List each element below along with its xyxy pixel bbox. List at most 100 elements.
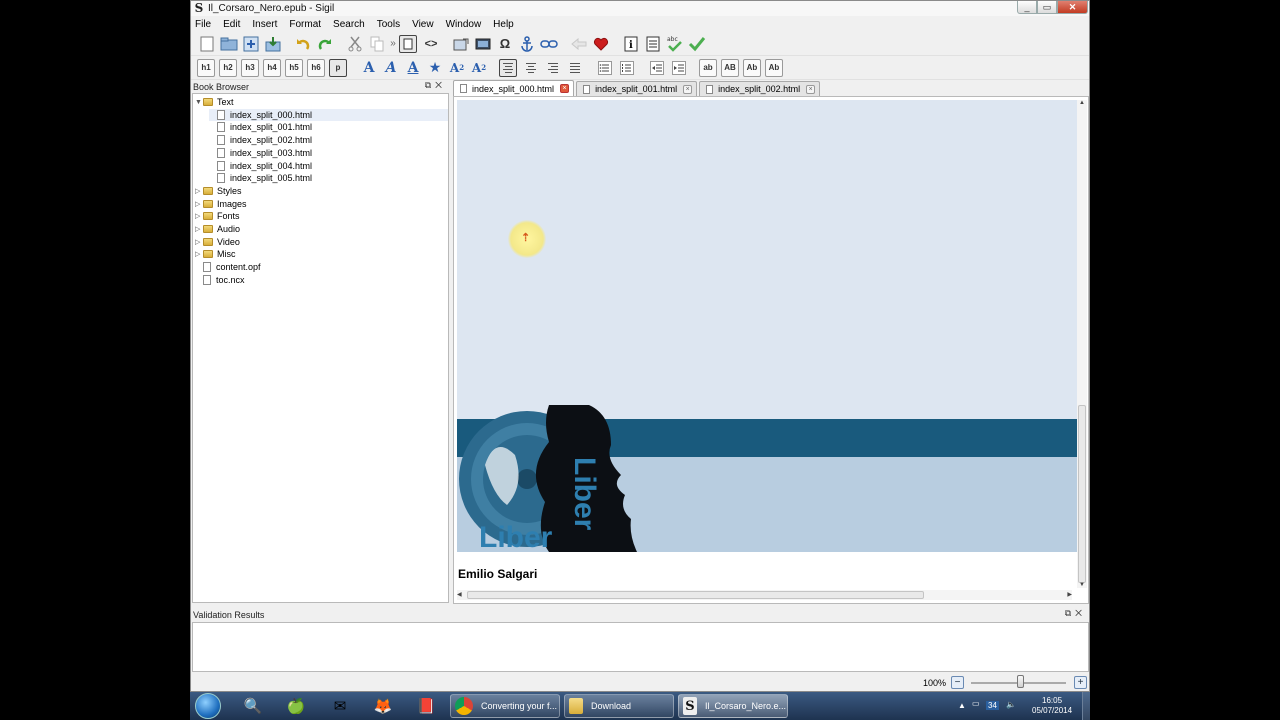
screenshot-icon[interactable] [473,34,493,54]
tab-close-icon[interactable]: × [560,84,570,93]
heading-h3-button[interactable]: h3 [241,58,259,77]
tab-close-icon[interactable]: × [683,84,693,94]
menu-file[interactable]: File [195,19,211,30]
tree-item-video[interactable]: ▷ Video [195,236,448,248]
scroll-thumb[interactable] [1078,405,1086,583]
tree-item-misc[interactable]: ▷ Misc [195,248,448,260]
underline-icon[interactable]: A [403,58,423,78]
minimize-button[interactable]: _ [1017,1,1037,14]
spellcheck-icon[interactable]: abc [665,34,685,54]
menu-search[interactable]: Search [333,19,365,30]
tree-item-index-split-004-html[interactable]: index_split_004.html [209,160,448,172]
scroll-left-icon[interactable]: ◀ [457,590,462,600]
heading-h1-button[interactable]: h1 [197,58,215,77]
menu-view[interactable]: View [412,19,434,30]
superscript-icon[interactable]: A2 [469,58,489,78]
scroll-up-icon[interactable]: ▲ [1077,100,1087,106]
scroll-right-icon[interactable]: ▶ [1067,590,1072,600]
undo-icon[interactable] [293,34,313,54]
expand-arrow-icon[interactable]: ▷ [195,187,203,195]
increase-indent-icon[interactable] [669,58,689,78]
tree-item-styles[interactable]: ▷ Styles [195,185,448,197]
zoom-in-button[interactable]: + [1074,676,1087,689]
zoom-slider-handle[interactable] [1017,675,1024,688]
book-view-icon[interactable] [399,34,417,53]
magnifier-pinned-icon[interactable]: 🔍 [240,695,266,717]
book-view-editor[interactable]: Liber Liber Emilio Salgari ⇡ ▲ ▼ ◀ ▶ [453,96,1089,604]
validate-check-icon[interactable] [687,34,707,54]
start-button[interactable] [195,693,221,719]
tray-expand-icon[interactable]: ▲ [958,701,966,710]
back-icon[interactable] [569,34,589,54]
tree-item-images[interactable]: ▷ Images [195,198,448,210]
meta-info-icon[interactable]: i [621,34,641,54]
heading-h5-button[interactable]: h5 [285,58,303,77]
tree-item-index-split-000-html[interactable]: index_split_000.html [209,108,448,121]
decrease-indent-icon[interactable] [647,58,667,78]
system-clock[interactable]: 16:05 05/07/2014 [1032,696,1072,716]
anchor-icon[interactable] [517,34,537,54]
strikethrough-icon[interactable]: ★ [425,58,445,78]
donate-heart-icon[interactable] [591,34,611,54]
title-case-button[interactable]: Ab [765,58,783,77]
add-file-icon[interactable] [241,34,261,54]
tab-index-split-002[interactable]: index_split_002.html × [699,81,821,96]
toc-icon[interactable] [643,34,663,54]
heading-h6-button[interactable]: h6 [307,58,325,77]
book-browser-controls[interactable]: ⧉✕ [425,80,446,91]
close-button[interactable]: ✕ [1057,1,1088,14]
new-file-icon[interactable] [197,34,217,54]
special-char-icon[interactable]: Ω [495,34,515,54]
italic-icon[interactable]: A [381,58,401,78]
show-desktop-button[interactable] [1082,692,1090,720]
uppercase-button[interactable]: AB [721,58,739,77]
tree-item-index-split-005-html[interactable]: index_split_005.html [209,172,448,184]
menu-window[interactable]: Window [446,19,482,30]
validation-controls[interactable]: ⧉✕ [1065,608,1086,619]
volume-icon[interactable]: 🔈 [1006,700,1016,709]
bullet-list-icon[interactable] [595,58,615,78]
tree-item-content-opf[interactable]: content.opf [195,261,448,273]
firefox-pinned-icon[interactable]: 🦊 [370,695,396,717]
copy-icon[interactable] [367,34,387,54]
lowercase-button[interactable]: ab [699,58,717,77]
align-right-icon[interactable] [543,58,563,78]
editor-horizontal-scrollbar[interactable]: ◀ ▶ [457,590,1072,600]
task-chrome[interactable]: Converting your f... [450,694,560,718]
thunderbird-pinned-icon[interactable]: ✉ [327,695,353,717]
expand-arrow-icon[interactable]: ▷ [195,250,203,258]
expand-arrow-icon[interactable]: ▼ [195,99,203,106]
task-download-folder[interactable]: Download [564,694,674,718]
book-browser-tree[interactable]: ▼ Text index_split_000.html index_split_001… [192,93,449,603]
menu-insert[interactable]: Insert [252,19,277,30]
insert-image-icon[interactable] [451,34,471,54]
scroll-thumb[interactable] [467,591,924,599]
sentence-case-button[interactable]: Ab [743,58,761,77]
cut-icon[interactable] [345,34,365,54]
align-left-icon[interactable] [499,58,517,77]
open-folder-icon[interactable] [219,34,239,54]
align-justify-icon[interactable] [565,58,585,78]
tree-item-toc-ncx[interactable]: toc.ncx [195,274,448,286]
menu-edit[interactable]: Edit [223,19,240,30]
zoom-out-button[interactable]: − [951,676,964,689]
tab-index-split-001[interactable]: index_split_001.html × [576,81,698,96]
task-sigil[interactable]: S Il_Corsaro_Nero.e... [678,694,788,718]
scroll-down-icon[interactable]: ▼ [1077,582,1087,588]
expand-arrow-icon[interactable]: ▷ [195,200,203,208]
menu-format[interactable]: Format [289,19,321,30]
network-icon[interactable]: ▭ [972,699,980,708]
menu-help[interactable]: Help [493,19,514,30]
tree-item-fonts[interactable]: ▷ Fonts [195,210,448,222]
expand-arrow-icon[interactable]: ▷ [195,238,203,246]
tray-number[interactable]: 34 [986,701,999,710]
tree-item-audio[interactable]: ▷ Audio [195,223,448,235]
maximize-button[interactable]: ▭ [1037,1,1057,14]
tab-index-split-000[interactable]: index_split_000.html × [453,80,575,96]
tab-close-icon[interactable]: × [806,84,816,94]
reader-pinned-icon[interactable]: 📕 [413,695,439,717]
tree-item-index-split-002-html[interactable]: index_split_002.html [209,134,448,146]
paragraph-button[interactable]: p [329,58,347,77]
heading-h2-button[interactable]: h2 [219,58,237,77]
save-icon[interactable] [263,34,283,54]
